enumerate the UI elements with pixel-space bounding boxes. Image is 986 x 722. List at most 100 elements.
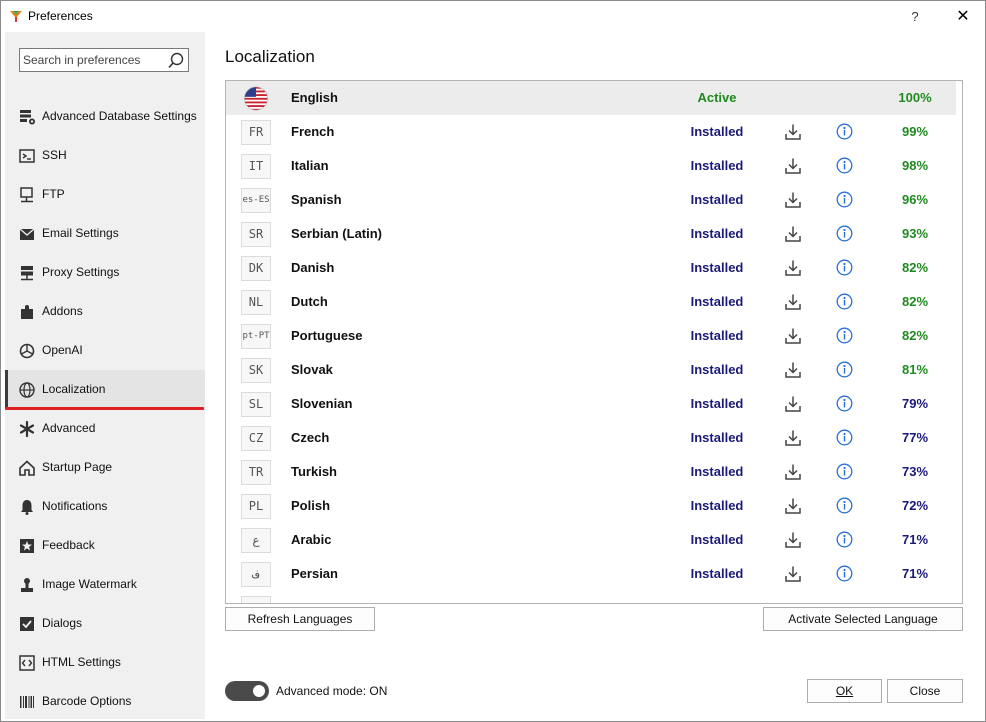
language-code: SR [241, 222, 271, 247]
info-icon[interactable] [836, 395, 853, 412]
database-settings-icon [20, 110, 35, 125]
language-row-turkish[interactable]: TR Turkish Installed 73% [226, 455, 956, 489]
sidebar-item-label: Barcode Options [42, 694, 132, 708]
download-icon[interactable] [784, 497, 802, 515]
language-percent: 77% [901, 430, 929, 445]
language-code: ف [241, 562, 271, 587]
sidebar-item-email-settings[interactable]: Email Settings [5, 214, 205, 253]
language-code: SK [241, 358, 271, 383]
info-icon[interactable] [836, 293, 853, 310]
search-input[interactable] [23, 52, 163, 68]
language-row-portuguese[interactable]: pt-PT Portuguese Installed 82% [226, 319, 956, 353]
advanced-mode-toggle[interactable] [225, 681, 269, 701]
language-row-spanish[interactable]: es-ES Spanish Installed 96% [226, 183, 956, 217]
info-icon[interactable] [836, 565, 853, 582]
language-code: TR [241, 460, 271, 485]
info-icon[interactable] [836, 463, 853, 480]
sidebar-item-label: Notifications [42, 499, 108, 513]
sidebar-item-feedback[interactable]: Feedback [5, 526, 205, 565]
download-icon[interactable] [784, 565, 802, 583]
sidebar-item-barcode-options[interactable]: Barcode Options [5, 682, 205, 721]
puzzle-icon [21, 305, 33, 319]
download-icon[interactable] [784, 429, 802, 447]
download-icon[interactable] [784, 531, 802, 549]
download-icon[interactable] [784, 259, 802, 277]
globe-icon [19, 382, 35, 398]
info-icon[interactable] [836, 531, 853, 548]
language-row-slovak[interactable]: SK Slovak Installed 81% [226, 353, 956, 387]
language-percent: 93% [901, 226, 929, 241]
language-row-danish[interactable]: DK Danish Installed 82% [226, 251, 956, 285]
sidebar-item-advanced[interactable]: Advanced [5, 409, 205, 448]
download-icon[interactable] [784, 327, 802, 345]
sidebar-item-addons[interactable]: Addons [5, 292, 205, 331]
language-row-english[interactable]: English Active 100% [226, 81, 956, 115]
sidebar-item-localization[interactable]: Localization [5, 370, 205, 409]
sidebar-item-html-settings[interactable]: HTML Settings [5, 643, 205, 682]
info-icon[interactable] [836, 191, 853, 208]
sidebar-item-ssh[interactable]: SSH [5, 136, 205, 175]
close-window-button[interactable]: ✕ [953, 7, 973, 27]
language-name: Italian [291, 158, 329, 173]
language-name: Portuguese [291, 328, 363, 343]
language-percent: 71% [901, 566, 929, 581]
content-pane: Localization English Active 100% FR Fren… [205, 32, 985, 721]
sidebar-item-proxy-settings[interactable]: Proxy Settings [5, 253, 205, 292]
language-row-dutch[interactable]: NL Dutch Installed 82% [226, 285, 956, 319]
sidebar-item-label: SSH [42, 148, 67, 162]
language-percent: 96% [901, 192, 929, 207]
language-row-slovenian[interactable]: SL Slovenian Installed 79% [226, 387, 956, 421]
info-icon[interactable] [836, 123, 853, 140]
language-row-italian[interactable]: IT Italian Installed 98% [226, 149, 956, 183]
sidebar-item-label: Proxy Settings [42, 265, 120, 279]
help-button[interactable]: ? [905, 7, 925, 27]
language-row-polish[interactable]: PL Polish Installed 72% [226, 489, 956, 523]
search-icon[interactable] [167, 52, 185, 70]
info-icon[interactable] [836, 157, 853, 174]
info-icon[interactable] [836, 225, 853, 242]
sidebar-item-advanced-database-settings[interactable]: Advanced Database Settings [5, 97, 205, 136]
language-percent: 72% [901, 498, 929, 513]
close-button[interactable]: Close [887, 679, 963, 703]
language-row-czech[interactable]: CZ Czech Installed 77% [226, 421, 956, 455]
sidebar-item-openai[interactable]: OpenAI [5, 331, 205, 370]
download-icon[interactable] [784, 225, 802, 243]
sidebar-item-ftp[interactable]: FTP [5, 175, 205, 214]
language-row-persian[interactable]: ف Persian Installed 71% [226, 557, 956, 591]
language-percent: 82% [901, 294, 929, 309]
language-status: Installed [690, 260, 744, 275]
ok-button[interactable]: OK [807, 679, 882, 703]
download-icon[interactable] [784, 361, 802, 379]
info-icon[interactable] [836, 361, 853, 378]
language-row-french[interactable]: FR French Installed 99% [226, 115, 956, 149]
download-icon[interactable] [784, 293, 802, 311]
info-icon[interactable] [836, 429, 853, 446]
language-row-partial[interactable] [226, 591, 956, 603]
download-icon[interactable] [784, 463, 802, 481]
download-icon[interactable] [784, 395, 802, 413]
sidebar-item-notifications[interactable]: Notifications [5, 487, 205, 526]
sidebar-item-label: Advanced [42, 421, 96, 435]
language-row-serbian-latin[interactable]: SR Serbian (Latin) Installed 93% [226, 217, 956, 251]
language-row-arabic[interactable]: ع Arabic Installed 71% [226, 523, 956, 557]
search-box[interactable] [19, 48, 189, 72]
info-icon[interactable] [836, 327, 853, 344]
language-code: DK [241, 256, 271, 281]
sidebar-item-startup-page[interactable]: Startup Page [5, 448, 205, 487]
language-list[interactable]: English Active 100% FR French Installed … [225, 80, 963, 604]
info-icon[interactable] [836, 259, 853, 276]
sidebar-item-image-watermark[interactable]: Image Watermark [5, 565, 205, 604]
activate-selected-language-button[interactable]: Activate Selected Language [763, 607, 963, 631]
network-icon [21, 266, 33, 281]
language-status: Installed [690, 362, 744, 377]
refresh-languages-button[interactable]: Refresh Languages [225, 607, 375, 631]
info-icon[interactable] [836, 497, 853, 514]
download-icon[interactable] [784, 191, 802, 209]
language-code-partial [241, 596, 271, 603]
sidebar-item-label: Localization [42, 382, 106, 396]
sidebar-item-dialogs[interactable]: Dialogs [5, 604, 205, 643]
download-icon[interactable] [784, 123, 802, 141]
language-percent: 73% [901, 464, 929, 479]
language-name: French [291, 124, 335, 139]
download-icon[interactable] [784, 157, 802, 175]
